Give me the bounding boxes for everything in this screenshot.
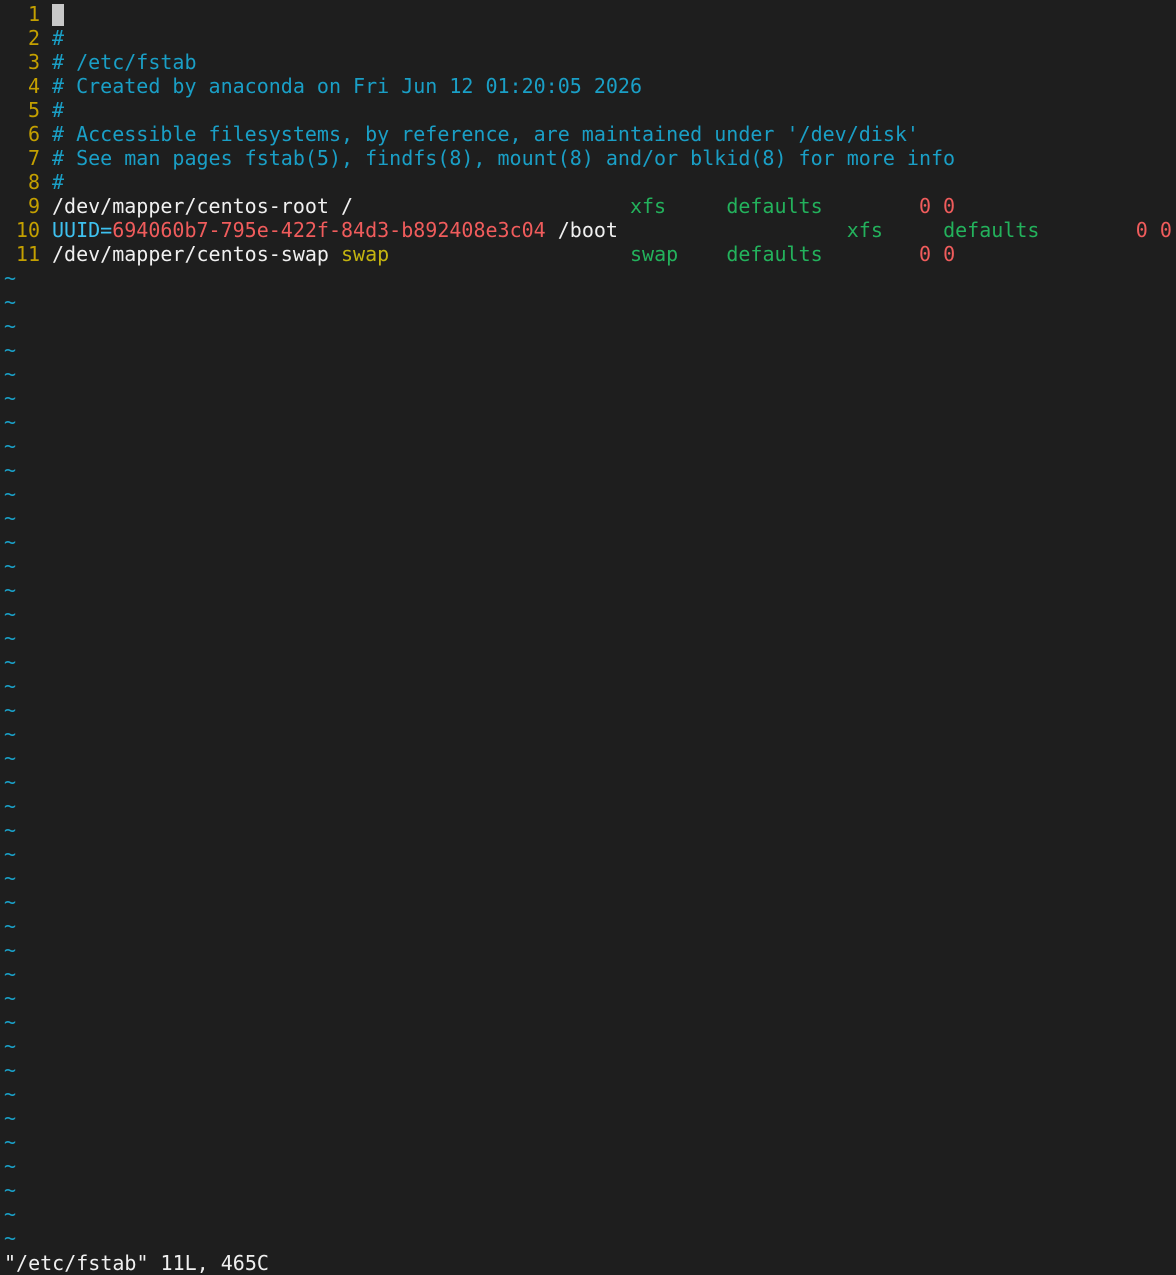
tilde-marker: ~ (4, 1034, 17, 1058)
empty-line-markers: ~ ~ ~ ~ ~ ~ ~ ~ ~ ~ ~ ~ ~ ~ ~ ~ ~ ~ ~ ~ ~ ~ ~ ~ ~ ~ ~ ~ ~ ~ ~ ~ ~ ~ ~ ~ ~ ~ ~ ~… (0, 266, 1176, 1250)
buffer-line[interactable]: 1 (0, 2, 1176, 26)
buffer-line[interactable]: 6 # Accessible filesystems, by reference,… (0, 122, 1176, 146)
syntax-token: # (52, 98, 65, 122)
tilde-marker: ~ (4, 530, 17, 554)
syntax-token: swap (340, 242, 390, 266)
syntax-token: xfs (629, 194, 667, 218)
tilde-marker: ~ (4, 1154, 17, 1178)
tilde-marker: ~ (4, 314, 17, 338)
line-number: 1 (27, 2, 40, 26)
text-cursor (52, 3, 64, 26)
status-message: "/etc/fstab" 11L, 465C (4, 1251, 269, 1275)
tilde-marker: ~ (4, 410, 17, 434)
tilde-marker: ~ (4, 818, 17, 842)
syntax-token: # Accessible filesystems, by reference, … (52, 122, 919, 146)
tilde-marker: ~ (4, 1202, 17, 1226)
line-number: 11 (15, 242, 40, 266)
tilde-marker: ~ (4, 698, 17, 722)
buffer-line[interactable]: 10 UUID=694060b7-795e-422f-84d3-b892408e3… (0, 218, 1176, 242)
buffer-line[interactable]: 5 # (0, 98, 1176, 122)
tilde-marker: ~ (4, 290, 17, 314)
tilde-marker: ~ (4, 1082, 17, 1106)
vim-editor[interactable]: 1 2 #3 # /etc/fstab 4 # Created by anaconda o… (0, 2, 1176, 1250)
syntax-token: swap (629, 242, 679, 266)
tilde-marker: ~ (4, 1130, 17, 1154)
buffer-line[interactable]: 11/dev/mapper/centos-swap swap swap defa… (0, 242, 1176, 266)
line-number: 6 (27, 122, 40, 146)
syntax-token: # Created by anaconda on Fri Jun 12 01:2… (52, 74, 643, 98)
tilde-marker: ~ (4, 578, 17, 602)
tilde-marker: ~ (4, 794, 17, 818)
syntax-token: 0 0 (918, 194, 956, 218)
line-number: 10 (15, 218, 40, 242)
buffer-line[interactable]: 8 # (0, 170, 1176, 194)
line-number: 5 (27, 98, 40, 122)
tilde-marker: ~ (4, 338, 17, 362)
syntax-token: /boot (545, 218, 847, 242)
tilde-marker: ~ (4, 1010, 17, 1034)
tilde-marker: ~ (4, 1226, 17, 1250)
syntax-token: defaults (726, 194, 823, 218)
syntax-token: # (52, 26, 65, 50)
tilde-marker: ~ (4, 746, 17, 770)
tilde-marker: ~ (4, 890, 17, 914)
tilde-marker: ~ (4, 602, 17, 626)
syntax-token: 0 0 (918, 242, 956, 266)
buffer-line[interactable]: 7 # See man pages fstab(5), findfs(8), mo… (0, 146, 1176, 170)
buffer-lines[interactable]: 1 2 #3 # /etc/fstab 4 # Created by anaconda o… (0, 2, 1176, 266)
buffer-line[interactable]: 9/dev/mapper/centos-root / xfs defaults … (0, 194, 1176, 218)
tilde-marker: ~ (4, 506, 17, 530)
tilde-marker: ~ (4, 434, 17, 458)
syntax-token (883, 218, 943, 242)
tilde-marker: ~ (4, 770, 17, 794)
buffer-line[interactable]: 2 # (0, 26, 1176, 50)
tilde-marker: ~ (4, 914, 17, 938)
tilde-marker: ~ (4, 866, 17, 890)
syntax-token (389, 242, 630, 266)
syntax-token: 694060b7-795e-422f-84d3-b892408e3c04 (112, 218, 546, 242)
tilde-marker: ~ (4, 962, 17, 986)
tilde-marker: ~ (4, 722, 17, 746)
syntax-token: /dev/mapper/centos-swap (52, 242, 341, 266)
tilde-marker: ~ (4, 266, 17, 290)
syntax-token: xfs (846, 218, 883, 242)
line-number: 2 (27, 26, 40, 50)
tilde-marker: ~ (4, 674, 17, 698)
tilde-marker: ~ (4, 554, 17, 578)
line-number: 4 (27, 74, 40, 98)
tilde-marker: ~ (4, 626, 17, 650)
syntax-token: # See man pages fstab(5), findfs(8), mou… (52, 146, 956, 170)
tilde-marker: ~ (4, 482, 17, 506)
buffer-line[interactable]: 4 # Created by anaconda on Fri Jun 12 01:… (0, 74, 1176, 98)
tilde-marker: ~ (4, 650, 17, 674)
tilde-marker: ~ (4, 1058, 17, 1082)
syntax-token: UUID= (52, 218, 113, 242)
tilde-marker: ~ (4, 386, 17, 410)
line-number: 9 (27, 194, 40, 218)
syntax-token: 0 0 (1135, 218, 1172, 242)
line-number: 7 (27, 146, 40, 170)
line-number: 8 (27, 170, 40, 194)
syntax-token: defaults (943, 218, 1040, 242)
syntax-token (823, 242, 919, 266)
tilde-marker: ~ (4, 1178, 17, 1202)
syntax-token: # (52, 170, 65, 194)
syntax-token (678, 242, 726, 266)
tilde-marker: ~ (4, 1106, 17, 1130)
tilde-marker: ~ (4, 458, 17, 482)
tilde-marker: ~ (4, 842, 17, 866)
syntax-token: /dev/mapper/centos-root / (52, 194, 630, 218)
syntax-token (666, 194, 726, 218)
syntax-token (1039, 218, 1135, 242)
syntax-token: # /etc/fstab (52, 50, 197, 74)
syntax-token: defaults (726, 242, 823, 266)
tilde-marker: ~ (4, 938, 17, 962)
line-number: 3 (27, 50, 40, 74)
buffer-line[interactable]: 3 # /etc/fstab (0, 50, 1176, 74)
tilde-marker: ~ (4, 986, 17, 1010)
tilde-marker: ~ (4, 362, 17, 386)
syntax-token (823, 194, 919, 218)
